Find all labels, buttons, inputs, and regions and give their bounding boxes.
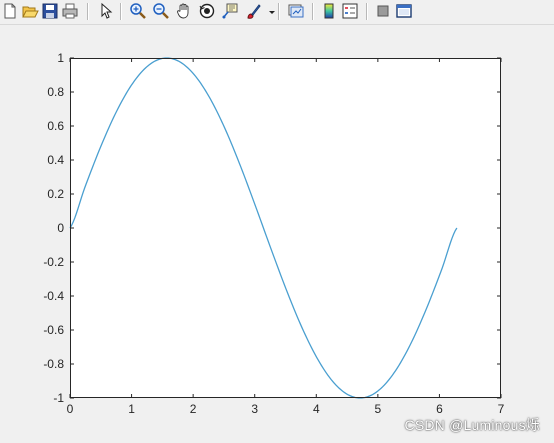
hide-tools-icon[interactable] — [374, 2, 392, 20]
x-tick-label: 7 — [498, 402, 505, 416]
datatip-icon[interactable] — [221, 2, 239, 20]
y-tick-label: 0.4 — [47, 153, 64, 167]
x-tick-label: 4 — [313, 402, 320, 416]
y-tick-label: 0.2 — [47, 187, 64, 201]
y-tick-label: 0 — [57, 221, 64, 235]
pointer-arrow-icon[interactable] — [97, 2, 115, 20]
link-plot-icon[interactable] — [287, 2, 305, 20]
y-tick-label: 0.8 — [47, 85, 64, 99]
toolbar-separator — [366, 3, 368, 20]
magnifier-minus-icon[interactable] — [152, 2, 170, 20]
toolbar-separator — [120, 3, 122, 20]
y-tick-label: -1 — [53, 391, 64, 405]
figure-canvas: 0 1 2 3 4 5 6 7 -1 -0.8 -0.6 -0.4 -0.2 0 0.2 0.4 0.6 0.8 1… — [0, 25, 554, 443]
x-tick-label: 1 — [128, 402, 135, 416]
toolbar-separator — [312, 3, 314, 20]
new-file-icon[interactable] — [1, 2, 19, 20]
x-tick-label: 0 — [67, 402, 74, 416]
show-tools-icon[interactable] — [395, 2, 413, 20]
x-tick-label: 3 — [251, 402, 258, 416]
y-tick-label: -0.4 — [43, 289, 64, 303]
y-tick-label: 0.6 — [47, 119, 64, 133]
x-tick-label: 2 — [190, 402, 197, 416]
y-tick-label: -0.8 — [43, 357, 64, 371]
rotate-icon[interactable] — [198, 2, 216, 20]
figure-toolbar — [0, 0, 554, 25]
colorbar-icon[interactable] — [320, 2, 338, 20]
legend-icon[interactable] — [341, 2, 359, 20]
y-tick-label: -0.6 — [43, 323, 64, 337]
watermark-text: CSDN @Luminous烁 — [404, 417, 540, 433]
floppy-disk-icon[interactable] — [41, 2, 59, 20]
x-tick-label: 6 — [436, 402, 443, 416]
toolbar-separator — [278, 3, 280, 20]
hand-icon[interactable] — [175, 2, 193, 20]
magnifier-plus-icon[interactable] — [129, 2, 147, 20]
y-tick-label: 1 — [57, 51, 64, 65]
x-tick-label: 5 — [375, 402, 382, 416]
folder-open-icon[interactable] — [21, 2, 39, 20]
chevron-down-icon[interactable] — [263, 2, 275, 20]
brush-icon[interactable] — [244, 2, 262, 20]
printer-icon[interactable] — [61, 2, 79, 20]
toolbar-separator — [87, 3, 89, 20]
axes-background — [70, 58, 501, 398]
y-tick-label: -0.2 — [43, 255, 64, 269]
sine-plot-axes[interactable]: 0 1 2 3 4 5 6 7 -1 -0.8 -0.6 -0.4 -0.2 0 0.2 0.4 0.6 0.8 1 — [0, 25, 554, 443]
